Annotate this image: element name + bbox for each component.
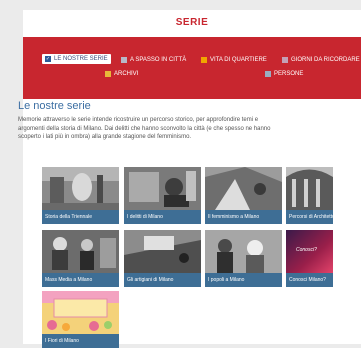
filter-giorni-da-ricordare[interactable]: GIORNI DA RICORDARE <box>282 57 360 63</box>
photo-mass-media-icon <box>42 230 119 273</box>
series-card-femminismo[interactable]: Il femminismo a Milano <box>205 167 282 224</box>
checkbox-checked-icon: ✓ <box>45 56 51 62</box>
series-card-delitti[interactable]: I delitti di Milano <box>124 167 201 224</box>
card-caption: Mass Media a Milano <box>42 273 119 287</box>
photo-delitti-icon <box>124 167 201 210</box>
filter-vita-di-quartiere[interactable]: VITA DI QUARTIERE <box>201 57 267 63</box>
description-line: argomenti della storia di Milano. Dai de… <box>18 125 271 132</box>
description-line: scoperto i lati più in ombra) alla grand… <box>18 134 192 140</box>
section-heading: Le nostre serie <box>18 100 91 112</box>
card-caption: Percorsi di Architettura <box>286 210 333 224</box>
card-caption: I delitti di Milano <box>124 210 201 224</box>
checkbox-icon <box>105 71 111 77</box>
checkbox-icon <box>282 57 288 63</box>
filter-label: A SPASSO IN CITTÀ <box>130 57 187 63</box>
card-caption: Conosci Milano? <box>286 273 333 287</box>
filter-label: PERSONE <box>274 71 304 77</box>
page-title: SERIE <box>175 17 209 28</box>
series-card-fiori[interactable]: I Fiori di Milano <box>42 291 119 348</box>
card-caption: I popoli a Milano <box>205 273 282 287</box>
series-card-conosci[interactable]: Conosci? Conosci Milano? <box>286 230 333 287</box>
photo-fiori-icon <box>42 291 119 334</box>
photo-artigiani-icon <box>124 230 201 273</box>
filter-archivi[interactable]: ARCHIVI <box>105 71 138 77</box>
filter-persone[interactable]: PERSONE <box>265 71 303 77</box>
description-line: Memorie attraverso le serie intende rico… <box>18 117 259 123</box>
filter-label: VITA DI QUARTIERE <box>210 57 267 63</box>
filter-label: ARCHIVI <box>114 71 139 77</box>
photo-triennale-icon <box>42 167 119 210</box>
card-caption: I Fiori di Milano <box>42 334 119 348</box>
series-intro: Le nostre serie Memorie attraverso le se… <box>18 100 361 142</box>
photo-popoli-icon <box>205 230 282 273</box>
series-card-mass-media[interactable]: Mass Media a Milano <box>42 230 119 287</box>
photo-architettura-icon <box>286 167 333 210</box>
series-card-triennale[interactable]: Storia della Triennale <box>42 167 119 224</box>
filter-label: LE NOSTRE SERIE <box>54 56 108 62</box>
filter-le-nostre-serie[interactable]: ✓ LE NOSTRE SERIE <box>42 54 111 64</box>
photo-femminismo-icon <box>205 167 282 210</box>
filter-label: GIORNI DA RICORDARE <box>291 57 360 63</box>
series-card-popoli[interactable]: I popoli a Milano <box>205 230 282 287</box>
checkbox-icon <box>201 57 207 63</box>
card-caption: Gli artigiani di Milano <box>124 273 201 287</box>
filter-bar: ✓ LE NOSTRE SERIE A SPASSO IN CITTÀ VITA… <box>23 37 361 99</box>
card-caption: Il femminismo a Milano <box>205 210 282 224</box>
card-overlay-text: Conosci? <box>296 247 317 253</box>
checkbox-icon <box>121 57 127 63</box>
checkbox-icon <box>265 71 271 77</box>
series-card-artigiani[interactable]: Gli artigiani di Milano <box>124 230 201 287</box>
filter-a-spasso-in-citta[interactable]: A SPASSO IN CITTÀ <box>121 57 186 63</box>
card-caption: Storia della Triennale <box>42 210 119 224</box>
series-card-architettura[interactable]: Percorsi di Architettura <box>286 167 333 224</box>
